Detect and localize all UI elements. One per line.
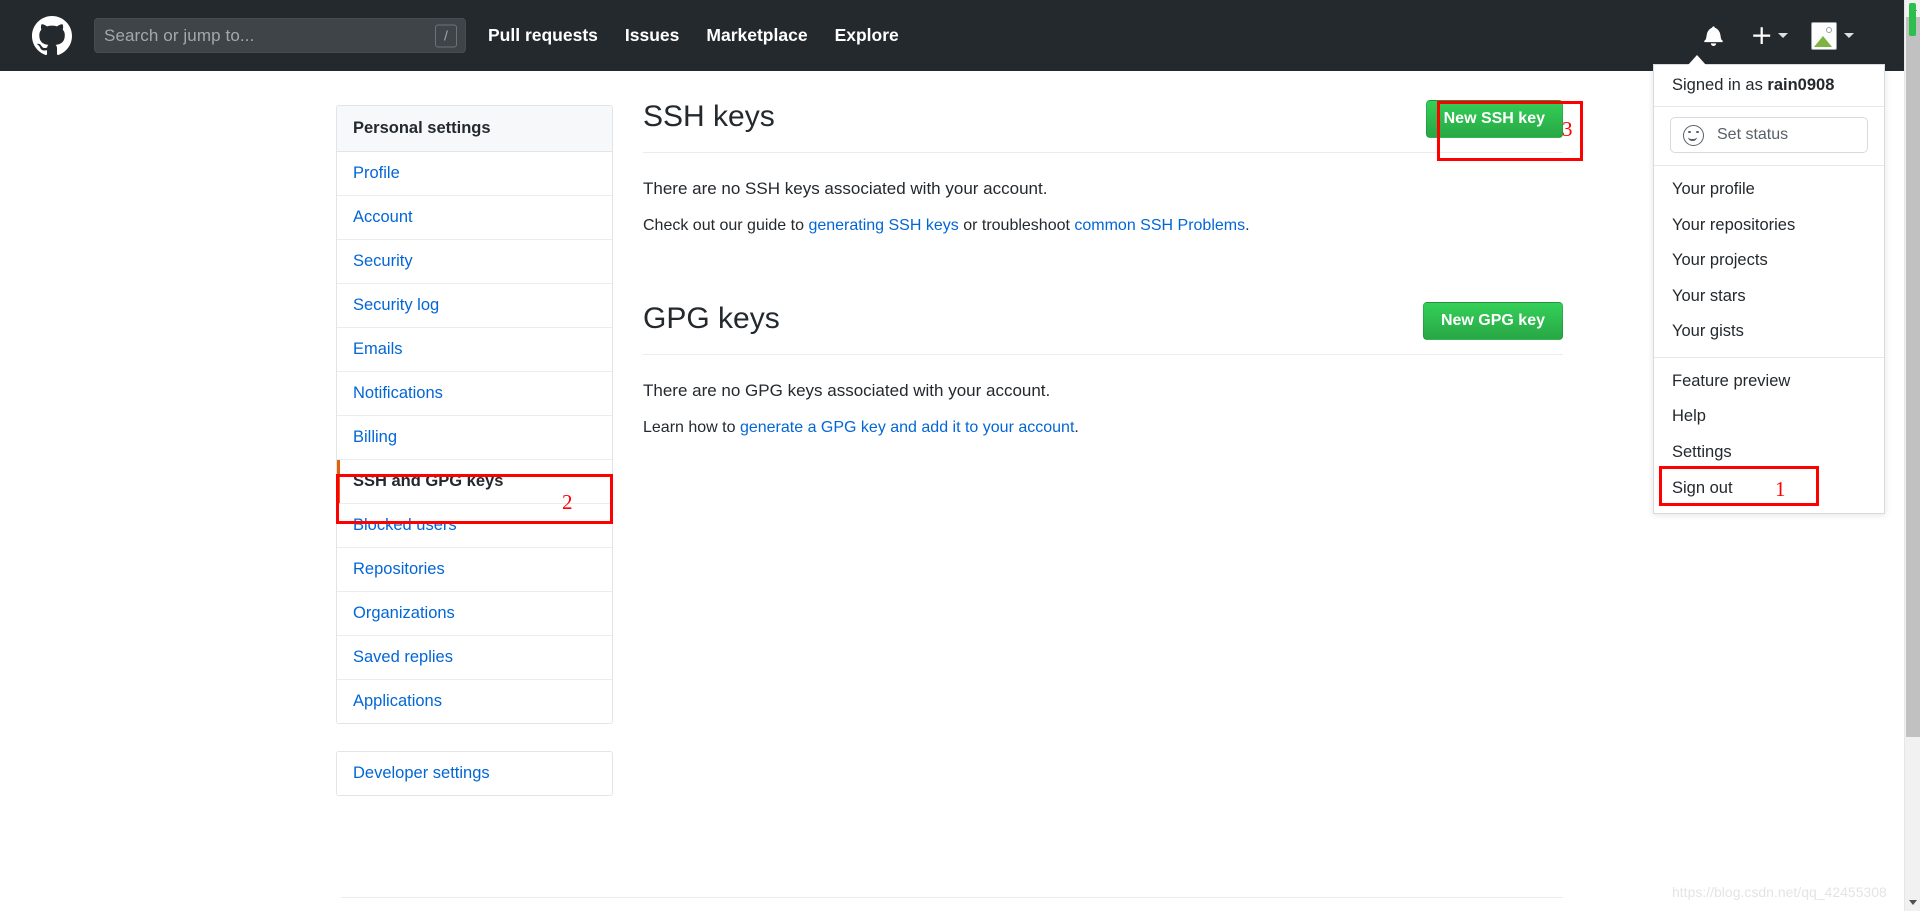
- new-gpg-key-button[interactable]: New GPG key: [1422, 302, 1563, 340]
- page-scrollbar[interactable]: [1904, 0, 1920, 911]
- sidebar-item-account[interactable]: Account: [337, 196, 612, 240]
- avatar: [1811, 21, 1837, 50]
- new-ssh-key-button[interactable]: New SSH key: [1425, 100, 1563, 138]
- search-placeholder: Search or jump to...: [104, 26, 255, 45]
- signed-in-row: Signed in as rain0908: [1654, 65, 1884, 107]
- set-status-label: Set status: [1717, 126, 1789, 143]
- ssh-keys-header: SSH keys New SSH key: [643, 100, 1563, 153]
- link-common-ssh-problems[interactable]: common SSH Problems: [1074, 217, 1245, 234]
- personal-settings-card: Personal settings Profile Account Securi…: [336, 105, 613, 724]
- plus-icon: +: [1750, 19, 1773, 51]
- sidebar-heading: Personal settings: [337, 106, 612, 152]
- scrollbar-thumb[interactable]: [1906, 17, 1920, 737]
- gpg-keys-section: GPG keys New GPG key There are no GPG ke…: [643, 302, 1563, 440]
- smiley-icon: [1683, 124, 1704, 146]
- chevron-down-icon[interactable]: [1905, 894, 1920, 911]
- ssh-keys-section: SSH keys New SSH key There are no SSH ke…: [643, 100, 1563, 238]
- create-new-button[interactable]: +: [1750, 19, 1788, 51]
- menu-item-sign-out[interactable]: Sign out: [1654, 471, 1884, 507]
- settings-main: SSH keys New SSH key There are no SSH ke…: [643, 100, 1563, 440]
- sidebar-item-applications[interactable]: Applications: [337, 680, 612, 723]
- nav-pull-requests[interactable]: Pull requests: [488, 25, 598, 46]
- menu-item-your-projects[interactable]: Your projects: [1654, 243, 1884, 279]
- annotation-number-3: 3: [1562, 117, 1573, 141]
- user-menu-group-secondary: Feature preview Help Settings Sign out: [1654, 356, 1884, 513]
- sidebar-item-saved-replies[interactable]: Saved replies: [337, 636, 612, 680]
- link-generating-ssh-keys[interactable]: generating SSH keys: [808, 217, 958, 234]
- header-actions: +: [1696, 19, 1884, 53]
- ssh-keys-empty-message: There are no SSH keys associated with yo…: [643, 178, 1048, 198]
- link-generate-gpg-key[interactable]: generate a GPG key and add it to your ac…: [740, 419, 1074, 436]
- sidebar-item-developer-settings[interactable]: Developer settings: [337, 752, 612, 795]
- nav-marketplace[interactable]: Marketplace: [706, 25, 807, 46]
- gpg-keys-title: GPG keys: [643, 302, 780, 336]
- sidebar-item-billing[interactable]: Billing: [337, 416, 612, 460]
- search-input[interactable]: Search or jump to... /: [94, 18, 466, 53]
- signed-in-prefix: Signed in as: [1672, 76, 1763, 94]
- menu-item-settings[interactable]: Settings: [1654, 435, 1884, 471]
- sidebar-item-security-log[interactable]: Security log: [337, 284, 612, 328]
- site-header: Search or jump to... / Pull requests Iss…: [0, 0, 1904, 71]
- search-shortcut-key: /: [435, 24, 457, 47]
- user-menu-button[interactable]: [1811, 21, 1854, 50]
- sidebar-item-organizations[interactable]: Organizations: [337, 592, 612, 636]
- ssh-keys-title: SSH keys: [643, 100, 775, 133]
- ssh-help-prefix: Check out our guide to: [643, 217, 809, 235]
- gpg-keys-help-text: Learn how to generate a GPG key and add …: [643, 416, 1563, 440]
- user-dropdown-menu: Signed in as rain0908 Set status Your pr…: [1653, 64, 1885, 515]
- chevron-down-icon: [1778, 33, 1788, 38]
- sidebar-item-repositories[interactable]: Repositories: [337, 548, 612, 592]
- sidebar-item-security[interactable]: Security: [337, 240, 612, 284]
- annotation-number-2: 2: [562, 490, 573, 514]
- gpg-help-suffix: .: [1074, 419, 1079, 437]
- sidebar-item-notifications[interactable]: Notifications: [337, 372, 612, 416]
- chevron-down-icon: [1844, 33, 1854, 38]
- sidebar-item-emails[interactable]: Emails: [337, 328, 612, 372]
- annotation-number-1: 1: [1775, 477, 1786, 501]
- watermark: https://blog.csdn.net/qq_42455308: [1672, 884, 1887, 900]
- menu-item-your-stars[interactable]: Your stars: [1654, 279, 1884, 315]
- signed-in-username: rain0908: [1767, 76, 1835, 94]
- menu-item-your-gists[interactable]: Your gists: [1654, 314, 1884, 350]
- user-menu-group-primary: Your profile Your repositories Your proj…: [1654, 166, 1884, 357]
- settings-sidebar: Personal settings Profile Account Securi…: [336, 105, 613, 796]
- gpg-keys-empty-message: There are no GPG keys associated with yo…: [643, 380, 1051, 400]
- user-menu-pointer: [1688, 55, 1706, 65]
- footer-divider: [341, 897, 1563, 898]
- github-mark-icon[interactable]: [32, 15, 72, 56]
- bell-icon[interactable]: [1696, 19, 1730, 53]
- sidebar-item-profile[interactable]: Profile: [337, 152, 612, 196]
- primary-nav: Pull requests Issues Marketplace Explore: [488, 25, 899, 46]
- menu-item-feature-preview[interactable]: Feature preview: [1654, 364, 1884, 400]
- developer-settings-card: Developer settings: [336, 751, 613, 796]
- gpg-help-prefix: Learn how to: [643, 419, 740, 437]
- nav-issues[interactable]: Issues: [625, 25, 679, 46]
- ssh-help-middle: or troubleshoot: [958, 217, 1075, 235]
- scrollbar-marker: [1909, 3, 1916, 36]
- menu-item-help[interactable]: Help: [1654, 399, 1884, 435]
- ssh-help-suffix: .: [1245, 217, 1250, 235]
- ssh-keys-help-text: Check out our guide to generating SSH ke…: [643, 214, 1563, 238]
- nav-explore[interactable]: Explore: [835, 25, 899, 46]
- set-status-button[interactable]: Set status: [1670, 117, 1868, 153]
- set-status-row: Set status: [1654, 107, 1884, 166]
- gpg-keys-header: GPG keys New GPG key: [643, 302, 1563, 355]
- menu-item-your-repositories[interactable]: Your repositories: [1654, 208, 1884, 244]
- menu-item-your-profile[interactable]: Your profile: [1654, 172, 1884, 208]
